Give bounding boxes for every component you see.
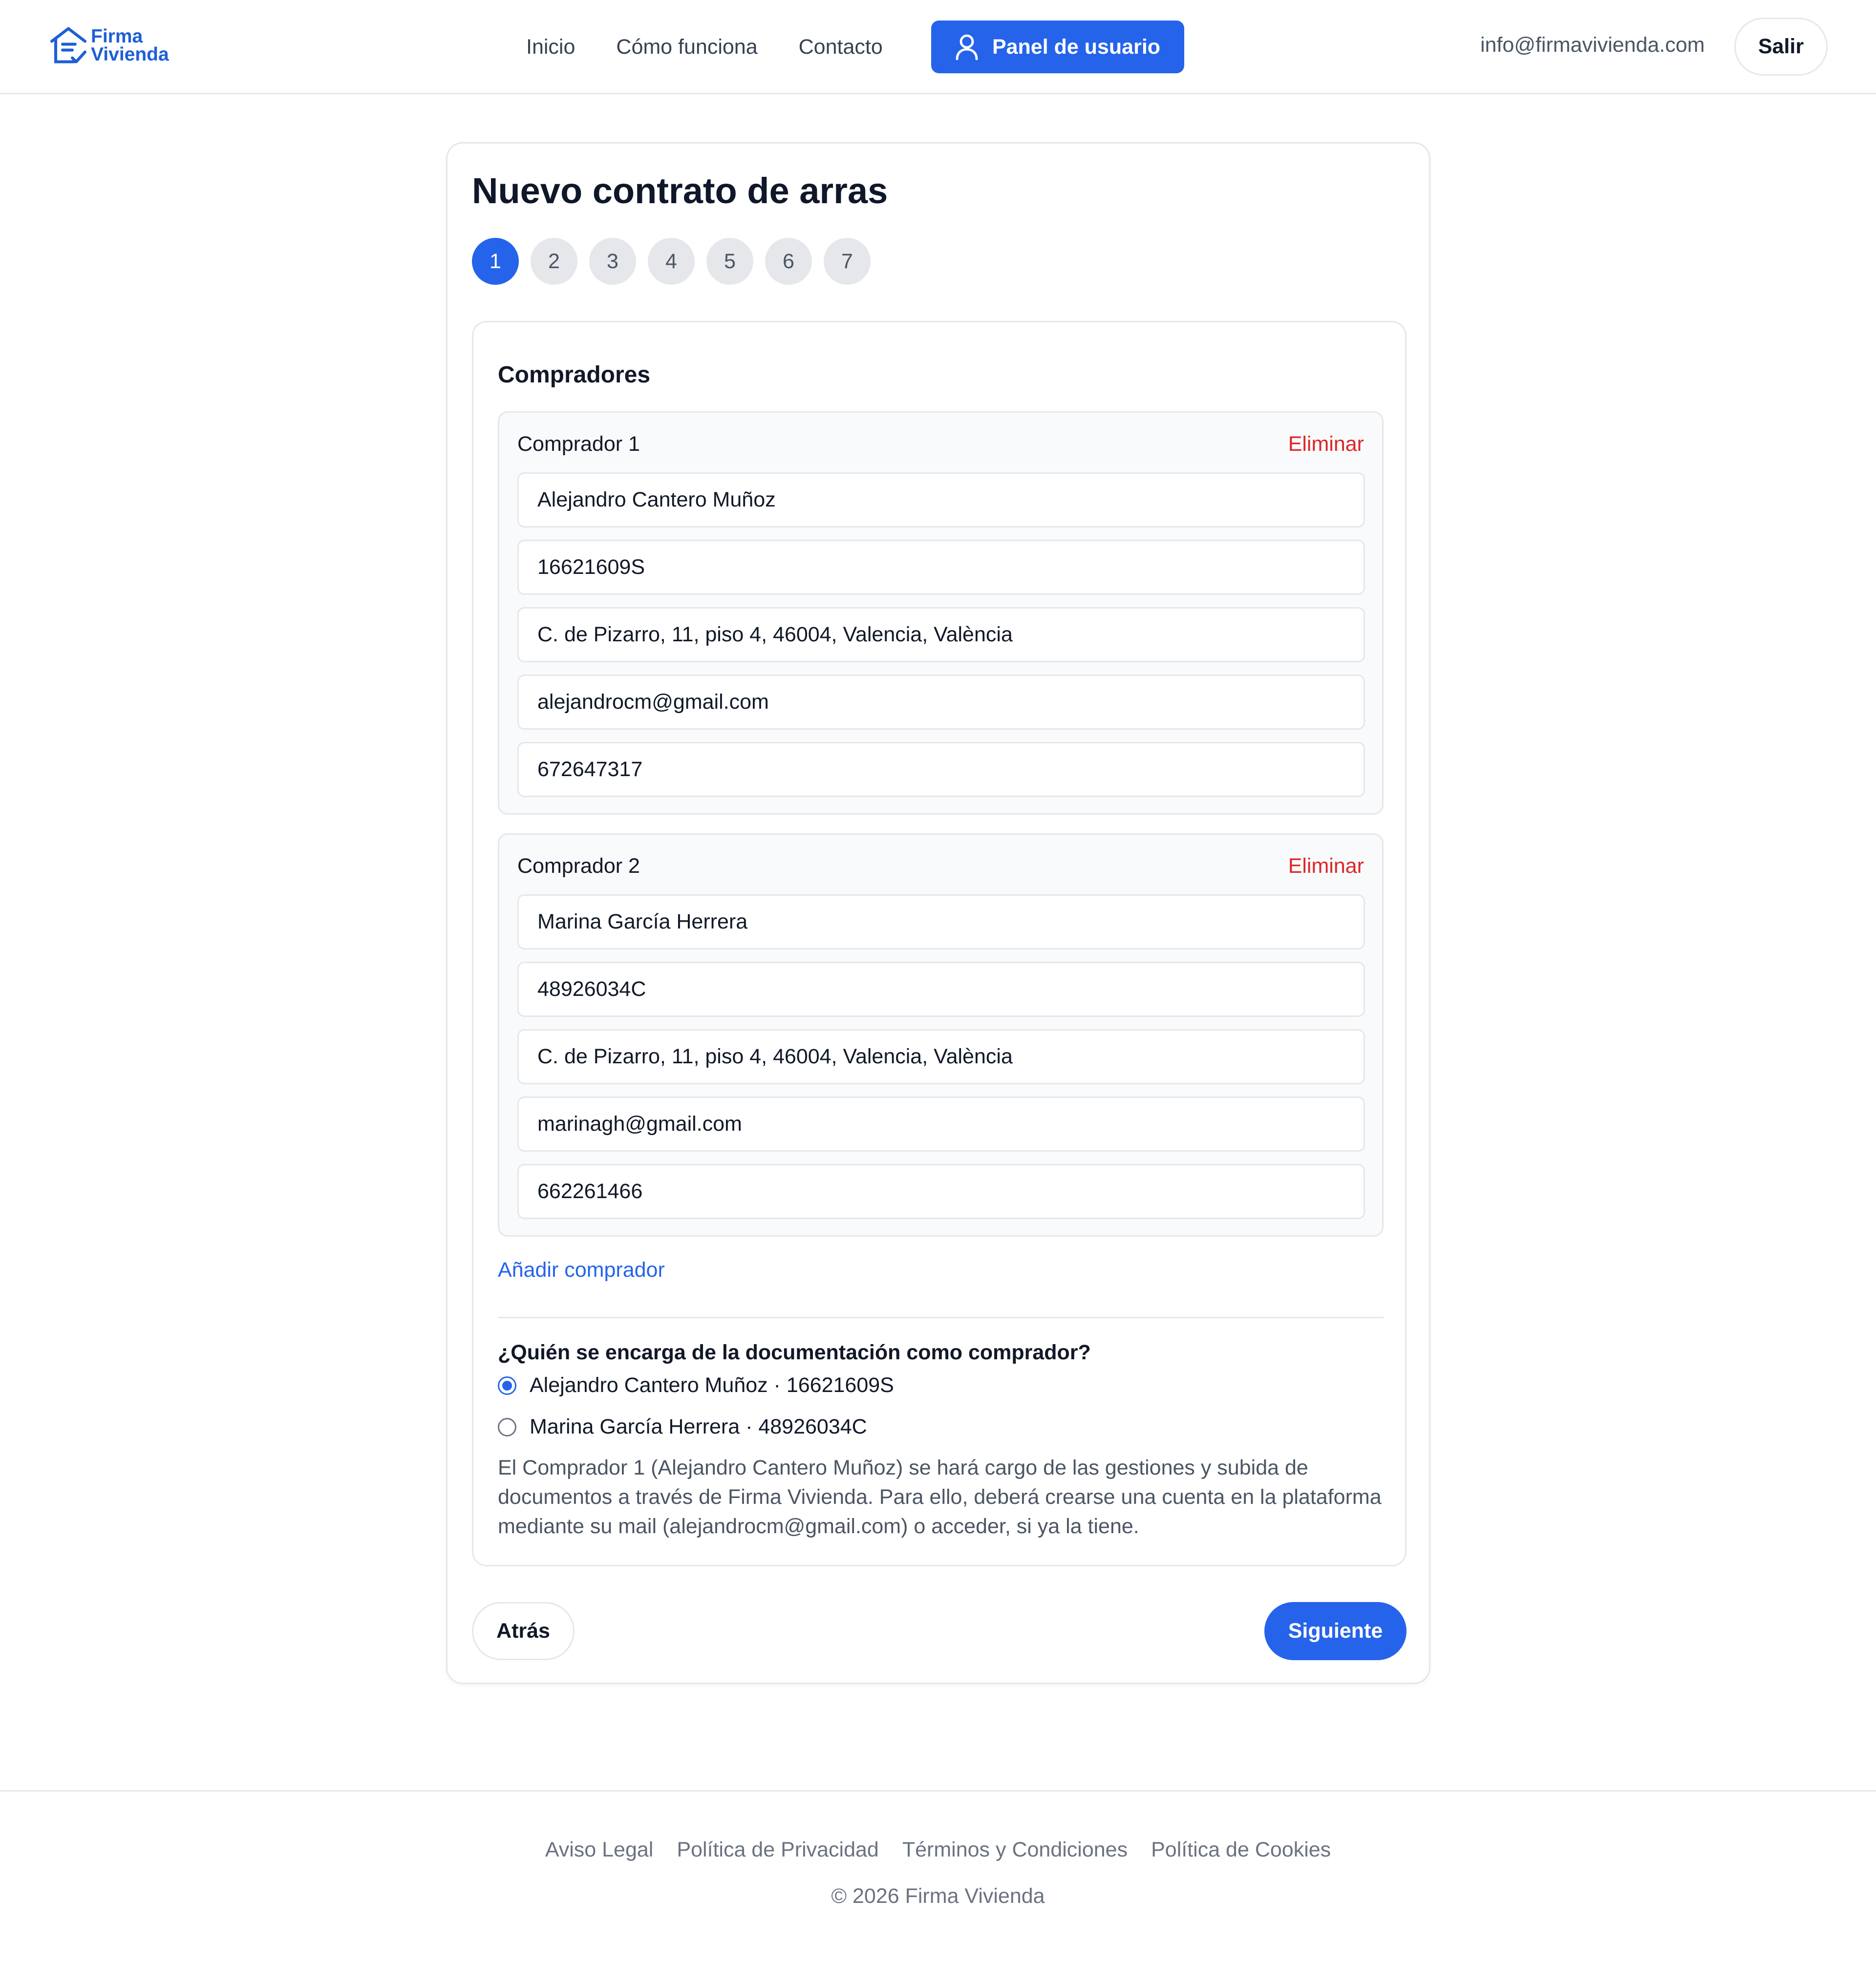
radio-button[interactable]	[498, 1417, 516, 1436]
buyer-card-1: Comprador 1 Eliminar Alejandro Cantero M…	[498, 411, 1384, 815]
address-field[interactable]: C. de Pizarro, 11, piso 4, 46004, Valenc…	[517, 607, 1365, 662]
logo-line-1: Firma	[91, 25, 143, 47]
name-field[interactable]: Alejandro Cantero Muñoz	[517, 472, 1365, 527]
top-navbar: Firma Vivienda Inicio Cómo funciona Cont…	[0, 0, 1876, 94]
stepper: 1 2 3 4 5 6 7	[472, 238, 882, 285]
step-6[interactable]: 6	[765, 238, 812, 285]
nav-link-contacto[interactable]: Contacto	[799, 35, 883, 59]
nav-link-inicio[interactable]: Inicio	[526, 35, 575, 59]
contact-email-link[interactable]: info@firmavivienda.com	[1480, 33, 1705, 57]
dni-field[interactable]: 16621609S	[517, 540, 1365, 595]
documentation-option-1[interactable]: Alejandro Cantero Muñoz · 16621609S	[498, 1373, 894, 1397]
radio-label: Alejandro Cantero Muñoz · 16621609S	[530, 1373, 894, 1397]
responsibility-info-text: El Comprador 1 (Alejandro Cantero Muñoz)…	[498, 1456, 1382, 1538]
footer-link-cookies[interactable]: Política de Cookies	[1151, 1838, 1331, 1862]
house-contract-icon	[50, 27, 86, 63]
step-7[interactable]: 7	[824, 238, 871, 285]
next-button[interactable]: Siguiente	[1264, 1602, 1407, 1660]
email-field[interactable]: marinagh@gmail.com	[517, 1097, 1365, 1152]
address-field[interactable]: C. de Pizarro, 11, piso 4, 46004, Valenc…	[517, 1029, 1365, 1084]
step-3[interactable]: 3	[589, 238, 636, 285]
delete-buyer-button[interactable]: Eliminar	[1288, 854, 1364, 878]
back-button[interactable]: Atrás	[472, 1602, 575, 1660]
panel-de-usuario-button[interactable]: Panel de usuario	[931, 21, 1184, 73]
logo[interactable]: Firma Vivienda	[49, 24, 169, 66]
name-field[interactable]: Marina García Herrera	[517, 894, 1365, 949]
phone-field[interactable]: 662261466	[517, 1164, 1365, 1219]
radio-label: Marina García Herrera · 48926034C	[530, 1415, 867, 1438]
step-2[interactable]: 2	[531, 238, 577, 285]
footer-link-terminos[interactable]: Términos y Condiciones	[902, 1838, 1128, 1862]
contract-form-card: Nuevo contrato de arras 1 2 3 4 5 6 7 Co…	[446, 142, 1430, 1684]
divider	[498, 1317, 1384, 1318]
section-title: Compradores	[498, 362, 651, 388]
email-field[interactable]: alejandrocm@gmail.com	[517, 675, 1365, 730]
delete-buyer-button[interactable]: Eliminar	[1288, 432, 1364, 456]
logo-line-2: Vivienda	[91, 43, 169, 65]
phone-field[interactable]: 672647317	[517, 742, 1365, 797]
step-4[interactable]: 4	[648, 238, 695, 285]
radio-button-selected[interactable]	[498, 1376, 516, 1395]
user-icon	[956, 34, 978, 60]
page-title: Nuevo contrato de arras	[472, 170, 888, 211]
main-nav: Inicio Cómo funciona Contacto	[526, 21, 924, 73]
buyer-label: Comprador 2	[517, 854, 640, 878]
add-buyer-button[interactable]: Añadir comprador	[498, 1258, 665, 1282]
step-1[interactable]: 1	[472, 238, 519, 285]
documentation-question: ¿Quién se encarga de la documentación co…	[498, 1341, 1091, 1364]
buyers-section: Compradores Comprador 1 Eliminar Alejand…	[472, 321, 1407, 1566]
documentation-option-2[interactable]: Marina García Herrera · 48926034C	[498, 1415, 867, 1439]
panel-button-label: Panel de usuario	[992, 35, 1161, 59]
nav-link-como-funciona[interactable]: Cómo funciona	[616, 35, 757, 59]
buyer-label: Comprador 1	[517, 432, 640, 456]
logout-button[interactable]: Salir	[1734, 18, 1828, 76]
footer-link-aviso-legal[interactable]: Aviso Legal	[545, 1838, 654, 1862]
step-5[interactable]: 5	[706, 238, 753, 285]
copyright: © 2026 Firma Vivienda	[831, 1884, 1045, 1908]
buyer-card-2: Comprador 2 Eliminar Marina García Herre…	[498, 833, 1384, 1237]
footer-divider	[0, 1790, 1876, 1792]
footer-link-privacidad[interactable]: Política de Privacidad	[677, 1838, 879, 1862]
logo-text: Firma Vivienda	[91, 25, 169, 65]
footer-links: Aviso Legal Política de Privacidad Térmi…	[0, 1838, 1876, 1862]
dni-field[interactable]: 48926034C	[517, 962, 1365, 1017]
